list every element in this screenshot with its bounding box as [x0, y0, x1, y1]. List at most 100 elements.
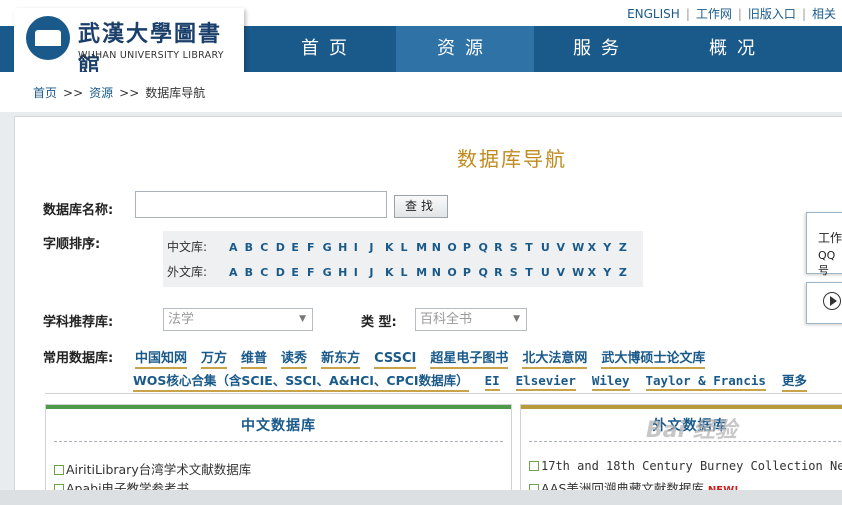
alpha-letter-cn-n[interactable]: N	[432, 236, 448, 260]
bottom-bar	[0, 490, 842, 505]
list-item[interactable]: 17th and 18th Century Burney Collection …	[529, 459, 842, 473]
dropdown-arrow-icon: ▼	[299, 314, 306, 324]
library-seal-icon	[26, 16, 70, 60]
alpha-letter-cn-k[interactable]: K	[385, 236, 401, 260]
watermark: Bai 经验	[646, 418, 737, 443]
nav-services[interactable]: 服务	[532, 26, 670, 72]
checkbox-icon	[54, 465, 64, 475]
common-db-link[interactable]: EI	[484, 373, 500, 391]
link-work-net[interactable]: 工作网	[690, 7, 738, 21]
top-links: ENGLISH | 工作网 | 旧版入口 | 相关	[621, 5, 842, 22]
alpha-letter-cn-m[interactable]: M	[416, 236, 432, 260]
library-logo[interactable]: 武漢大學圖書館 WUHAN UNIVERSITY LIBRARY	[14, 8, 244, 79]
alpha-letter-cn-s[interactable]: S	[510, 236, 526, 260]
alpha-letter-foreign-b[interactable]: B	[245, 261, 261, 285]
alpha-letter-cn-c[interactable]: C	[260, 236, 276, 260]
database-name-input[interactable]	[135, 191, 387, 218]
alpha-letter-foreign-e[interactable]: E	[291, 261, 307, 285]
common-db-link[interactable]: CSSCI	[374, 351, 417, 369]
breadcrumb-home[interactable]: 首页	[33, 86, 57, 100]
alpha-letter-foreign-p[interactable]: P	[463, 261, 479, 285]
alpha-letter-cn-f[interactable]: F	[307, 236, 323, 260]
alpha-letter-cn-z[interactable]: Z	[619, 236, 635, 260]
common-db-link[interactable]: Elsevier	[515, 373, 576, 391]
common-db-link[interactable]: Wiley	[591, 373, 630, 391]
alpha-letter-cn-b[interactable]: B	[245, 236, 261, 260]
alpha-letter-foreign-h[interactable]: H	[338, 261, 354, 285]
type-select[interactable]: 百科全书 ▼	[415, 308, 527, 331]
common-db-link[interactable]: 新东方	[321, 347, 361, 369]
search-button[interactable]: 查找	[394, 195, 448, 218]
alpha-letter-cn-y[interactable]: Y	[603, 236, 619, 260]
alpha-letter-cn-p[interactable]: P	[463, 236, 479, 260]
play-icon	[823, 292, 841, 310]
nav-about[interactable]: 概况	[668, 26, 806, 72]
nav-resources[interactable]: 资源	[396, 26, 534, 72]
alpha-letter-cn-v[interactable]: V	[556, 236, 572, 260]
common-db-link[interactable]: 北大法意网	[522, 347, 588, 369]
alpha-letter-foreign-s[interactable]: S	[510, 261, 526, 285]
alpha-letter-foreign-k[interactable]: K	[385, 261, 401, 285]
alpha-letter-foreign-d[interactable]: D	[276, 261, 292, 285]
alpha-letter-foreign-t[interactable]: T	[525, 261, 541, 285]
alpha-letter-foreign-q[interactable]: Q	[479, 261, 495, 285]
alpha-letter-foreign-l[interactable]: L	[401, 261, 417, 285]
common-db-link[interactable]: 更多	[781, 370, 807, 392]
list-item[interactable]: AiritiLibrary台湾学术文献数据库	[54, 459, 251, 478]
link-english[interactable]: ENGLISH	[621, 7, 686, 21]
type-label: 类 型:	[361, 315, 397, 330]
common-db-link[interactable]: 超星电子图书	[430, 347, 509, 369]
alpha-letter-foreign-z[interactable]: Z	[619, 261, 635, 285]
common-db-link[interactable]: 武大博硕士论文库	[601, 347, 706, 369]
alpha-letter-cn-u[interactable]: U	[541, 236, 557, 260]
alpha-letter-foreign-a[interactable]: A	[229, 261, 245, 285]
link-related[interactable]: 相关	[806, 7, 842, 21]
alpha-letter-cn-w[interactable]: W	[572, 236, 588, 260]
alpha-letter-foreign-v[interactable]: V	[556, 261, 572, 285]
alpha-letter-foreign-f[interactable]: F	[307, 261, 323, 285]
alpha-letter-foreign-m[interactable]: M	[416, 261, 432, 285]
common-db-link[interactable]: 维普	[241, 347, 268, 369]
alpha-letter-foreign-r[interactable]: R	[494, 261, 510, 285]
alpha-letter-cn-o[interactable]: O	[447, 236, 463, 260]
page-title: 数据库导航	[457, 147, 567, 171]
subject-select[interactable]: 法学 ▼	[163, 308, 313, 331]
alpha-letter-foreign-c[interactable]: C	[260, 261, 276, 285]
alpha-letter-cn-i[interactable]: I	[354, 236, 370, 260]
common-db-link[interactable]: 中国知网	[135, 347, 188, 369]
alpha-letter-cn-q[interactable]: Q	[479, 236, 495, 260]
alpha-letter-cn-e[interactable]: E	[291, 236, 307, 260]
alpha-letter-cn-r[interactable]: R	[494, 236, 510, 260]
search-label: 数据库名称:	[43, 203, 114, 218]
alpha-letter-foreign-n[interactable]: N	[432, 261, 448, 285]
side-video-tab[interactable]	[806, 282, 842, 324]
nav-home[interactable]: 首页	[260, 26, 398, 72]
common-db-link[interactable]: Taylor & Francis	[645, 373, 766, 391]
alpha-letter-foreign-x[interactable]: X	[588, 261, 604, 285]
alpha-letter-foreign-g[interactable]: G	[323, 261, 339, 285]
alpha-letter-foreign-o[interactable]: O	[447, 261, 463, 285]
common-db-link[interactable]: 万方	[201, 347, 228, 369]
common-db-link[interactable]: 读秀	[281, 347, 308, 369]
alpha-letter-cn-j[interactable]: J	[369, 236, 385, 260]
breadcrumb-resources[interactable]: 资源	[89, 86, 113, 100]
alpha-letter-cn-l[interactable]: L	[401, 236, 417, 260]
dropdown-arrow-icon: ▼	[513, 314, 520, 324]
alpha-letter-cn-h[interactable]: H	[338, 236, 354, 260]
breadcrumb-current: 数据库导航	[145, 86, 206, 100]
alpha-letter-foreign-y[interactable]: Y	[603, 261, 619, 285]
alpha-letter-cn-d[interactable]: D	[276, 236, 292, 260]
link-old-version[interactable]: 旧版入口	[742, 7, 802, 21]
alpha-letter-foreign-j[interactable]: J	[369, 261, 385, 285]
alpha-letter-cn-t[interactable]: T	[525, 236, 541, 260]
alpha-letter-cn-x[interactable]: X	[588, 236, 604, 260]
common-db-link[interactable]: WOS核心合集（含SCIE、SSCI、A&HCI、CPCI数据库）	[133, 370, 469, 392]
alpha-letter-foreign-u[interactable]: U	[541, 261, 557, 285]
alpha-letter-cn-a[interactable]: A	[229, 236, 245, 260]
alpha-letter-foreign-i[interactable]: I	[354, 261, 370, 285]
alpha-letter-cn-g[interactable]: G	[323, 236, 339, 260]
side-work-qq-tab[interactable]: 工作 QQ号	[806, 212, 842, 277]
alpha-letter-foreign-w[interactable]: W	[572, 261, 588, 285]
cn-database-title: 中文数据库	[241, 418, 316, 434]
alpha-index: 中文库: A B C D E F G H I J K L M N O P Q R S T U V W X Y Z 外文库: A B C D E…	[163, 231, 643, 287]
